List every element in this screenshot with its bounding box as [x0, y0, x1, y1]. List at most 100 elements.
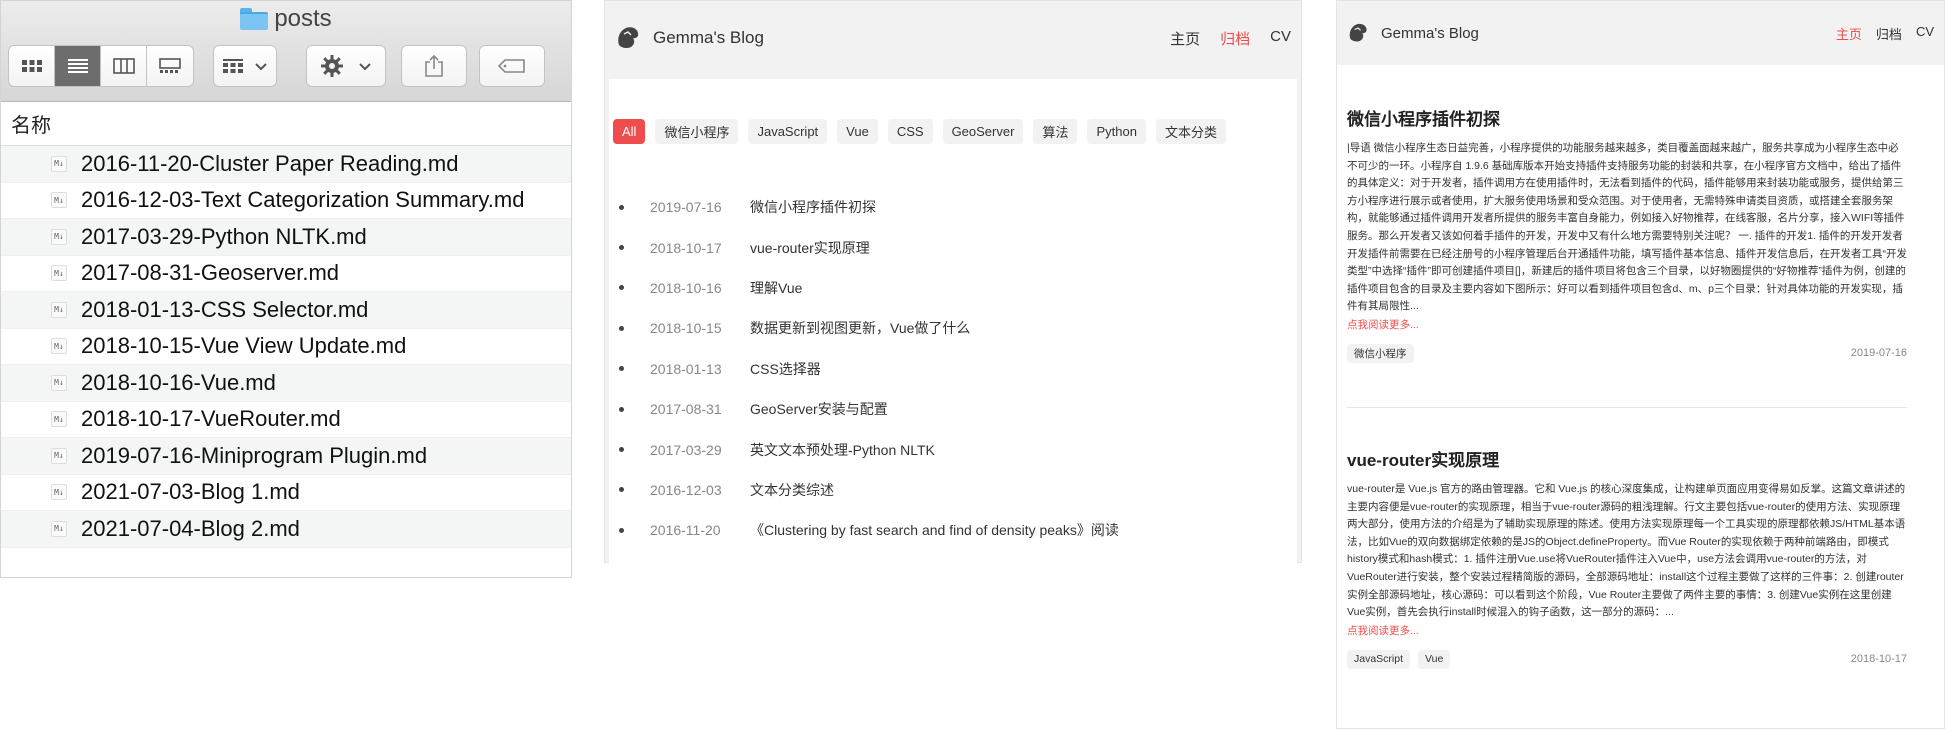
markdown-file-icon: M↓ [51, 228, 67, 245]
action-menu-button[interactable] [306, 45, 386, 87]
gallery-view-button[interactable] [147, 46, 193, 86]
group-grid-icon [223, 59, 243, 73]
tag-filter-geoserver[interactable]: GeoServer [942, 119, 1024, 144]
blog-logo-icon[interactable] [1347, 22, 1369, 44]
file-row[interactable]: M↓ 2018-01-13-CSS Selector.md [1, 292, 571, 329]
nav-home[interactable]: 主页 [1170, 28, 1200, 49]
tag-filter-algorithm[interactable]: 算法 [1033, 119, 1078, 144]
markdown-file-icon: M↓ [51, 520, 67, 537]
folder-icon [240, 8, 269, 30]
post-title-link[interactable]: vue-router实现原理 [750, 238, 870, 258]
article-tag[interactable]: 微信小程序 [1347, 343, 1414, 363]
post-list-item[interactable]: 2018-10-16 理解Vue [619, 268, 1119, 308]
bullet-icon [619, 325, 624, 331]
post-title-link[interactable]: 文本分类综述 [750, 480, 834, 500]
file-row[interactable]: M↓ 2017-03-29-Python NLTK.md [1, 219, 571, 256]
post-list-item[interactable]: 2016-12-03 文本分类综述 [619, 470, 1119, 510]
markdown-file-icon: M↓ [51, 374, 67, 391]
article-footer: JavaScript Vue 2018-10-17 [1347, 649, 1907, 669]
group-by-button[interactable] [213, 45, 277, 87]
tags-button[interactable] [479, 45, 545, 87]
file-row[interactable]: M↓ 2017-08-31-Geoserver.md [1, 256, 571, 292]
article-divider [1347, 407, 1907, 408]
article-footer: 微信小程序 2019-07-16 [1347, 343, 1907, 363]
post-title-link[interactable]: 《Clustering by fast search and find of d… [750, 520, 1119, 540]
post-title-link[interactable]: 微信小程序插件初探 [750, 197, 876, 217]
tag-filter-miniprogram[interactable]: 微信小程序 [655, 119, 739, 144]
file-row[interactable]: M↓ 2016-12-03-Text Categorization Summary… [1, 183, 571, 219]
gallery-icon [159, 58, 181, 73]
post-title-link[interactable]: 英文文本预处理-Python NLTK [750, 440, 935, 460]
post-list-item[interactable]: 2017-03-29 英文文本预处理-Python NLTK [619, 429, 1119, 469]
article-title[interactable]: 微信小程序插件初探 [1347, 105, 1907, 130]
article-tag[interactable]: JavaScript [1347, 649, 1411, 669]
icon-view-button[interactable] [9, 46, 55, 86]
file-row[interactable]: M↓ 2018-10-16-Vue.md [1, 365, 571, 402]
read-more-link[interactable]: 点我阅读更多... [1347, 623, 1907, 638]
bullet-icon [619, 527, 624, 533]
read-more-link[interactable]: 点我阅读更多... [1347, 317, 1907, 332]
tag-filter-bar: All 微信小程序 JavaScript Vue CSS GeoServer 算… [613, 119, 1226, 144]
share-button[interactable] [401, 45, 467, 87]
tag-filter-vue[interactable]: Vue [837, 119, 878, 144]
main-nav: 主页 归档 CV [1170, 28, 1291, 49]
post-date: 2019-07-16 [650, 199, 722, 216]
bullet-icon [619, 245, 624, 251]
blog-header: Gemma's Blog 主页 归档 CV [1337, 1, 1944, 65]
post-date: 2018-01-13 [650, 360, 722, 377]
file-row[interactable]: M↓ 2018-10-15-Vue View Update.md [1, 329, 571, 365]
post-list-item[interactable]: 2018-01-13 CSS选择器 [619, 349, 1119, 389]
file-list: M↓ 2016-11-20-Cluster Paper Reading.md M↓… [1, 146, 571, 548]
name-column-header[interactable]: 名称 [1, 102, 571, 146]
nav-archive[interactable]: 归档 [1220, 28, 1250, 49]
file-row[interactable]: M↓ 2021-07-03-Blog 1.md [1, 475, 571, 511]
blog-header: Gemma's Blog 主页 归档 CV [605, 1, 1301, 75]
post-list-item[interactable]: 2016-11-20 《Clustering by fast search and… [619, 510, 1119, 550]
blog-name[interactable]: Gemma's Blog [653, 28, 764, 48]
markdown-file-icon: M↓ [51, 447, 67, 464]
article-tag[interactable]: Vue [1418, 649, 1451, 669]
bullet-icon [619, 406, 624, 412]
nav-home[interactable]: 主页 [1836, 24, 1862, 43]
tag-filter-css[interactable]: CSS [887, 119, 933, 144]
markdown-file-icon: M↓ [51, 338, 67, 355]
post-list-item[interactable]: 2017-08-31 GeoServer安装与配置 [619, 389, 1119, 429]
icon-grid-icon [21, 60, 42, 72]
post-title-link[interactable]: 数据更新到视图更新，Vue做了什么 [750, 318, 970, 338]
finder-toolbar: posts [1, 1, 571, 102]
file-row[interactable]: M↓ 2016-11-20-Cluster Paper Reading.md [1, 146, 571, 183]
nav-cv[interactable]: CV [1916, 24, 1934, 43]
bullet-icon [619, 487, 624, 493]
gear-icon [321, 55, 343, 77]
post-title-link[interactable]: CSS选择器 [750, 359, 821, 379]
post-list-item[interactable]: 2018-10-15 数据更新到视图更新，Vue做了什么 [619, 308, 1119, 348]
post-list-item[interactable]: 2019-07-16 微信小程序插件初探 [619, 187, 1119, 227]
post-title-link[interactable]: 理解Vue [750, 278, 802, 298]
chevron-down-icon [359, 63, 371, 71]
blog-logo-icon[interactable] [615, 25, 641, 51]
article-excerpt: vue-router是 Vue.js 官方的路由管理器。它和 Vue.js 的核… [1347, 483, 1906, 619]
column-view-button[interactable] [101, 46, 147, 86]
tag-filter-text-classification[interactable]: 文本分类 [1155, 119, 1226, 144]
post-list-item[interactable]: 2018-10-17 vue-router实现原理 [619, 227, 1119, 267]
nav-cv[interactable]: CV [1270, 28, 1291, 49]
list-view-button[interactable] [55, 46, 101, 86]
post-date: 2016-12-03 [650, 481, 722, 498]
bullet-icon [619, 447, 624, 453]
file-row[interactable]: M↓ 2018-10-17-VueRouter.md [1, 402, 571, 438]
blog-name[interactable]: Gemma's Blog [1381, 25, 1479, 42]
article-title[interactable]: vue-router实现原理 [1347, 446, 1907, 471]
file-name: 2019-07-16-Miniprogram Plugin.md [81, 442, 428, 468]
file-name: 2016-12-03-Text Categorization Summary.m… [81, 187, 525, 213]
nav-archive[interactable]: 归档 [1876, 24, 1902, 43]
article-date: 2019-07-16 [1850, 347, 1907, 360]
archive-content: All 微信小程序 JavaScript Vue CSS GeoServer 算… [609, 79, 1297, 563]
tag-filter-python[interactable]: Python [1087, 119, 1146, 144]
post-title-link[interactable]: GeoServer安装与配置 [750, 399, 888, 419]
file-row[interactable]: M↓ 2021-07-04-Blog 2.md [1, 511, 571, 548]
tag-filter-all[interactable]: All [613, 119, 646, 144]
tag-filter-javascript[interactable]: JavaScript [748, 119, 828, 144]
markdown-file-icon: M↓ [51, 155, 67, 172]
list-lines-icon [67, 59, 88, 73]
file-row[interactable]: M↓ 2019-07-16-Miniprogram Plugin.md [1, 438, 571, 475]
